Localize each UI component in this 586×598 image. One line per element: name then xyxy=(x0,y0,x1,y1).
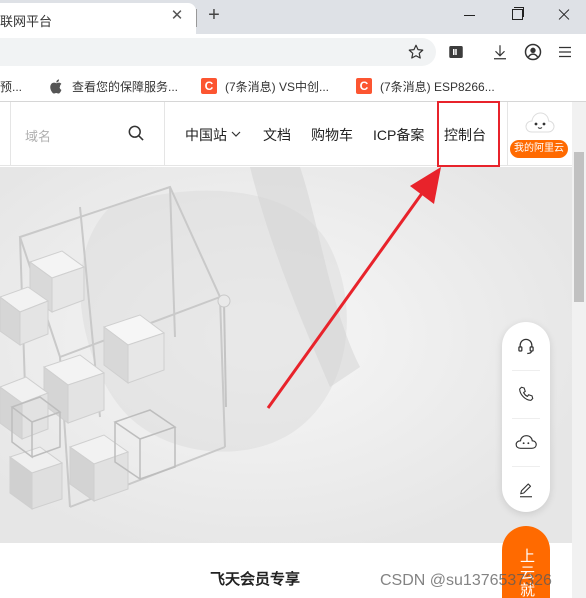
scrollbar-thumb[interactable] xyxy=(574,152,584,302)
star-icon[interactable] xyxy=(404,40,428,64)
browser-toolbar xyxy=(0,34,586,70)
close-window-button[interactable] xyxy=(552,4,576,26)
bookmarks-bar: 预... 查看您的保障服务... C (7条消息) VS中创... C (7条消… xyxy=(0,70,586,102)
chevron-down-icon xyxy=(231,131,241,137)
bookmark-label: (7条消息) ESP8266... xyxy=(380,79,495,94)
console-highlight-box xyxy=(437,101,500,167)
bookmark-item[interactable]: 查看您的保障服务... xyxy=(48,77,178,95)
close-icon[interactable]: ✕ xyxy=(170,8,184,23)
my-account-badge: 我的阿里云 xyxy=(510,140,568,158)
bookmark-item[interactable]: 预... xyxy=(0,77,22,95)
download-icon[interactable] xyxy=(488,40,512,64)
phone-icon[interactable] xyxy=(514,382,538,406)
tab-title: 联网平台 xyxy=(0,14,53,29)
my-account-avatar[interactable]: 我的阿里云 xyxy=(510,110,568,162)
browser-tab[interactable]: 联网平台 ✕ xyxy=(0,3,196,34)
toolbar-divider xyxy=(512,418,540,419)
search-input[interactable]: 域名 xyxy=(25,126,51,145)
apple-icon xyxy=(48,78,64,94)
address-bar[interactable] xyxy=(0,38,436,66)
hero-banner xyxy=(0,167,572,543)
page-scrollbar[interactable] xyxy=(572,102,586,598)
cloud-chat-icon[interactable] xyxy=(514,430,538,454)
edit-icon[interactable] xyxy=(514,478,538,502)
restore-window-button[interactable] xyxy=(505,4,529,26)
bookmark-item[interactable]: C (7条消息) VS中创... xyxy=(201,77,329,95)
hero-cubes-illustration xyxy=(0,167,572,543)
header-divider xyxy=(507,102,508,166)
nav-region-label: 中国站 xyxy=(185,127,227,143)
toolbar-divider xyxy=(512,370,540,371)
bookmark-item[interactable]: C (7条消息) ESP8266... xyxy=(356,77,495,95)
csdn-icon: C xyxy=(201,78,217,94)
nav-docs[interactable]: 文档 xyxy=(263,125,291,145)
extension-icon[interactable] xyxy=(444,40,468,64)
account-icon[interactable] xyxy=(521,40,545,64)
section-title: 飞天会员专享 xyxy=(210,571,301,588)
plus-icon[interactable]: + xyxy=(204,5,224,25)
bookmark-label: 查看您的保障服务... xyxy=(72,79,179,94)
csdn-watermark: CSDN @su1376537326 xyxy=(380,572,552,589)
cloud-mascot-icon xyxy=(525,112,555,133)
minimize-window-button[interactable] xyxy=(458,4,482,26)
floating-toolbar xyxy=(502,322,550,512)
bookmark-label: (7条消息) VS中创... xyxy=(225,79,330,94)
search-icon[interactable] xyxy=(126,123,148,145)
header-divider xyxy=(10,102,11,166)
tab-divider xyxy=(196,9,197,27)
header-divider xyxy=(164,102,165,166)
nav-cart[interactable]: 购物车 xyxy=(311,125,353,145)
headset-icon[interactable] xyxy=(514,334,538,358)
toolbar-divider xyxy=(512,466,540,467)
csdn-icon: C xyxy=(356,78,372,94)
nav-region-selector[interactable]: 中国站 xyxy=(185,125,241,145)
nav-icp-filing[interactable]: ICP备案 xyxy=(373,125,424,145)
bookmark-label: 预... xyxy=(0,79,23,94)
menu-icon[interactable] xyxy=(553,40,577,64)
browser-tab-strip: 联网平台 ✕ + xyxy=(0,0,586,34)
